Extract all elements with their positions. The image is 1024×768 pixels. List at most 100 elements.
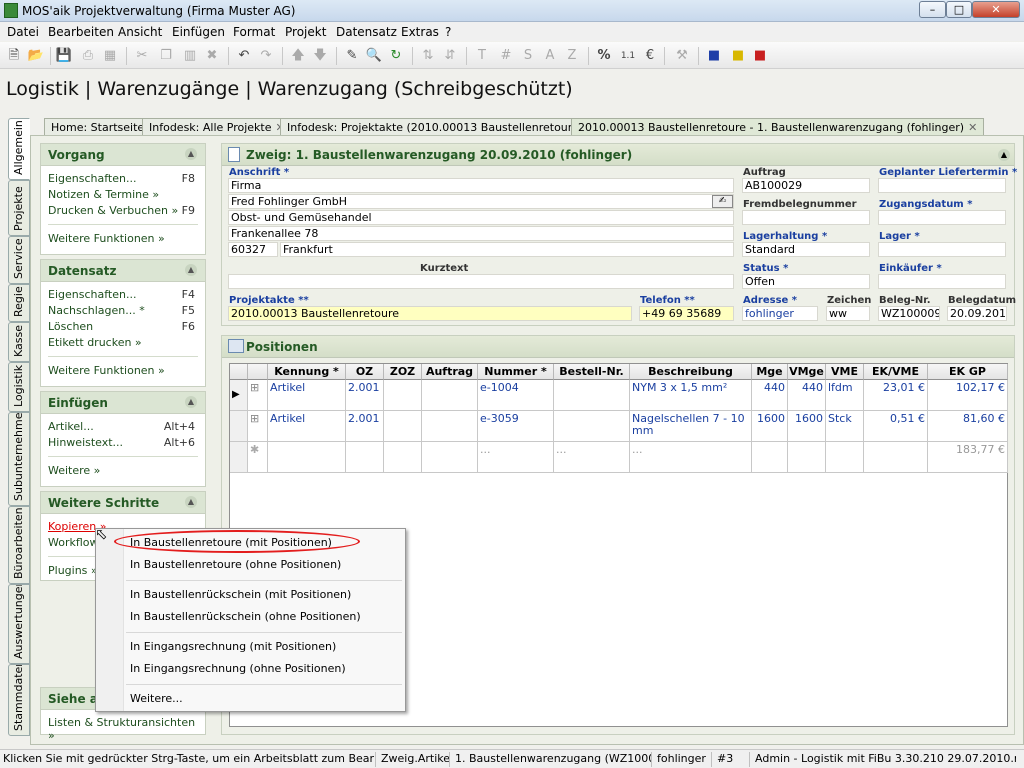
side-tab-stammdaten[interactable]: Stammdaten — [8, 664, 30, 736]
side-tab-projekte[interactable]: Projekte — [8, 180, 30, 236]
link-drucken[interactable]: Drucken & Verbuchen » — [48, 204, 178, 217]
cell-oz[interactable]: 2.001 — [346, 380, 384, 411]
cell-oz[interactable]: 2.001 — [346, 411, 384, 442]
a-icon[interactable]: A — [540, 46, 560, 66]
cell-vmge[interactable] — [788, 442, 826, 473]
cell-vme[interactable] — [826, 442, 864, 473]
link-weitere[interactable]: Weitere » — [48, 464, 100, 477]
projektakte-field[interactable]: 2010.00013 Baustellenretoure — [228, 306, 632, 321]
cell-auftrag[interactable] — [422, 380, 478, 411]
link-weitere-funktionen[interactable]: Weitere Funktionen » — [48, 232, 165, 245]
cell-mge[interactable]: 440 — [752, 380, 788, 411]
col-vmge[interactable]: VMge — [788, 364, 826, 380]
cell-beschreibung[interactable]: NYM 3 x 1,5 mm² — [630, 380, 752, 411]
lager-field[interactable] — [878, 242, 1006, 257]
tab-alle-projekte[interactable]: Infodesk: Alle Projekte✕ — [142, 118, 292, 136]
link-eigenschaften[interactable]: Eigenschaften... — [48, 288, 136, 301]
side-tab-regie[interactable]: Regie — [8, 284, 30, 322]
cell-zoz[interactable] — [384, 380, 422, 411]
cell-nummer[interactable]: e-1004 — [478, 380, 554, 411]
menu-format[interactable]: Format — [233, 25, 275, 39]
cell-ekvme[interactable]: 23,01 € — [864, 380, 928, 411]
col-bestellnr[interactable]: Bestell-Nr. — [554, 364, 630, 380]
s-icon[interactable]: S — [518, 46, 538, 66]
puzzle-yellow-icon[interactable]: ■ — [728, 46, 748, 66]
copy-icon[interactable]: ❐ — [156, 46, 176, 66]
einkaeufer-field[interactable] — [878, 274, 1006, 289]
einfuegen-header[interactable]: Einfügen ▲ — [41, 392, 205, 414]
cell-bestellnr[interactable]: ... — [554, 442, 630, 473]
number-icon[interactable]: # — [496, 46, 516, 66]
find-icon[interactable]: 🔍 — [364, 46, 384, 66]
tool-icon[interactable]: ⚒ — [672, 46, 692, 66]
collapse-icon[interactable]: ▲ — [185, 496, 197, 508]
cell-vme[interactable]: lfdm — [826, 380, 864, 411]
cell-bestellnr[interactable] — [554, 411, 630, 442]
col-mge[interactable]: Mge — [752, 364, 788, 380]
vorgang-header[interactable]: Vorgang ▲ — [41, 144, 205, 166]
adresse-field[interactable]: fohlinger — [742, 306, 818, 321]
link-hinweistext[interactable]: Hinweistext... — [48, 436, 123, 449]
menu-help[interactable]: ? — [445, 25, 451, 39]
anschrift-line-3[interactable]: Obst- und Gemüsehandel — [228, 210, 734, 225]
cell-nummer[interactable]: ... — [478, 442, 554, 473]
collapse-icon[interactable]: ▲ — [185, 148, 197, 160]
collapse-icon[interactable]: ▲ — [998, 149, 1010, 161]
delete-icon[interactable]: ✖ — [202, 46, 222, 66]
zugangsdatum-field[interactable] — [878, 210, 1006, 225]
link-notizen[interactable]: Notizen & Termine » — [48, 188, 159, 201]
currency-icon[interactable]: € — [640, 46, 660, 66]
row-selector[interactable] — [230, 442, 248, 473]
menu-ansicht[interactable]: Ansicht — [118, 25, 162, 39]
cut-icon[interactable]: ✂ — [132, 46, 152, 66]
sort-desc-icon[interactable]: ⇵ — [440, 46, 460, 66]
menu-item-rueckschein-ohne[interactable]: In Baustellenrückschein (ohne Positionen… — [130, 610, 361, 623]
puzzle-red-icon[interactable]: ■ — [750, 46, 770, 66]
menu-datensatz[interactable]: Datensatz — [336, 25, 397, 39]
save-icon[interactable]: 💾 — [54, 46, 74, 66]
tab-projektakte[interactable]: Infodesk: Projektakte (2010.00013 Bauste… — [280, 118, 604, 136]
move-down-icon[interactable]: 🡇 — [310, 46, 330, 66]
anschrift-line-4[interactable]: Frankenallee 78 — [228, 226, 734, 241]
percent-icon[interactable]: % — [594, 46, 614, 66]
col-zoz[interactable]: ZOZ — [384, 364, 422, 380]
plz-field[interactable]: 60327 — [228, 242, 278, 257]
tab-close-icon[interactable]: ✕ — [968, 121, 977, 134]
menu-item-baustellenretoure-ohne[interactable]: In Baustellenretoure (ohne Positionen) — [130, 558, 341, 571]
cell-mge[interactable]: 1600 — [752, 411, 788, 442]
cell-mge[interactable] — [752, 442, 788, 473]
status-field[interactable]: Offen — [742, 274, 870, 289]
belegdatum-field[interactable]: 20.09.2010 — [947, 306, 1007, 321]
refresh-icon[interactable]: ↻ — [386, 46, 406, 66]
weitere-schritte-header[interactable]: Weitere Schritte ▲ — [41, 492, 205, 514]
side-tab-kasse[interactable]: Kasse — [8, 322, 30, 362]
ort-field[interactable]: Frankfurt — [280, 242, 734, 257]
tab-home[interactable]: Home: Startseite — [44, 118, 152, 136]
cell-auftrag[interactable] — [422, 442, 478, 473]
address-lookup-icon[interactable]: ✍ — [712, 195, 733, 208]
cell-ekgp[interactable]: 81,60 € — [928, 411, 1008, 442]
new-row-icon[interactable]: ✱ — [248, 442, 268, 473]
cell-oz[interactable] — [346, 442, 384, 473]
cell-kennung[interactable]: Artikel — [268, 380, 346, 411]
collapse-icon[interactable]: ▲ — [185, 396, 197, 408]
col-ekgp[interactable]: EK GP — [928, 364, 1008, 380]
maximize-button[interactable]: □ — [946, 1, 972, 18]
cell-auftrag[interactable] — [422, 411, 478, 442]
row-selector-icon[interactable]: ▶ — [230, 380, 248, 411]
link-plugins[interactable]: Plugins » — [48, 564, 98, 577]
tab-warenzugang[interactable]: 2010.00013 Baustellenretoure - 1. Bauste… — [571, 118, 985, 136]
telefon-field[interactable]: +49 69 35689 — [639, 306, 734, 321]
side-tab-subunternehmer[interactable]: Subunternehmer — [8, 412, 30, 506]
cell-beschreibung[interactable]: Nagelschellen 7 - 10 mm — [630, 411, 752, 442]
link-etikett[interactable]: Etikett drucken » — [48, 336, 142, 349]
row-selector[interactable] — [230, 411, 248, 442]
col-ekvme[interactable]: EK/VME — [864, 364, 928, 380]
cell-vmge[interactable]: 1600 — [788, 411, 826, 442]
edit-icon[interactable]: ✎ — [342, 46, 362, 66]
new-icon[interactable]: 🗎 — [4, 46, 24, 66]
z-icon[interactable]: Z — [562, 46, 582, 66]
col-nummer[interactable]: Nummer * — [478, 364, 554, 380]
col-kennung[interactable]: Kennung * — [268, 364, 346, 380]
cell-kennung[interactable] — [268, 442, 346, 473]
